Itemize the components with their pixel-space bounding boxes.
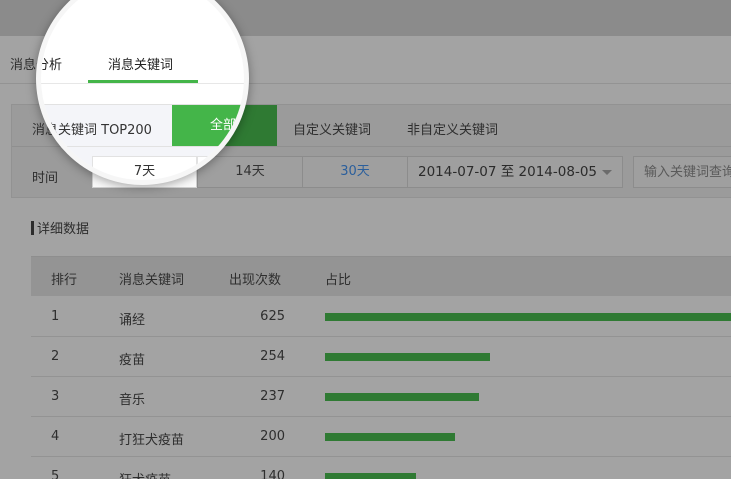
header-keyword: 消息关键词 — [119, 273, 185, 288]
ratio-bar — [325, 393, 479, 401]
header-count: 出现次数 — [229, 273, 282, 288]
section-title-text: 详细数据 — [37, 222, 90, 237]
magnified-filter-panel: 消息关键词 TOP200 全部 时间 7天 14天 — [36, 104, 244, 180]
table-row: 2 疫苗 254 — [31, 337, 731, 377]
header-rank: 排行 — [51, 273, 78, 288]
ratio-bar — [325, 473, 416, 479]
row-count: 140 — [260, 469, 285, 479]
row-count: 200 — [260, 429, 285, 444]
magnified-keyword-type-row: 消息关键词 TOP200 全部 — [36, 105, 244, 147]
row-count: 237 — [260, 389, 285, 404]
caret-down-icon — [602, 170, 612, 175]
section-marker-icon — [31, 221, 34, 235]
tab-message-keywords[interactable]: 消息关键词 — [108, 54, 173, 73]
ratio-bar — [325, 353, 490, 361]
table-header: 排行 消息关键词 出现次数 占比 — [31, 256, 731, 296]
table-row: 3 音乐 237 — [31, 377, 731, 417]
custom-keywords-button[interactable]: 自定义关键词 — [293, 119, 371, 138]
date-range-value: 2014-07-07 至 2014-08-05 — [418, 164, 597, 180]
date-range-picker[interactable]: 2014-07-07 至 2014-08-05 — [407, 156, 623, 188]
magnified-top200-label: 消息关键词 TOP200 — [36, 123, 152, 138]
table-row: 5狂犬疫苗140 — [31, 457, 731, 479]
active-tab-underline — [88, 80, 198, 83]
magnifier-lens: 消息分析 消息关键词 消息关键词 TOP200 全部 时间 7天 14天 — [36, 0, 249, 185]
row-count: 625 — [260, 309, 285, 324]
ratio-bar — [325, 433, 455, 441]
table-row: 1 诵经 625 — [31, 297, 731, 337]
keyword-search-input[interactable] — [633, 156, 731, 188]
table-row: 4 打狂犬疫苗 200 — [31, 417, 731, 457]
noncustom-keywords-button[interactable]: 非自定义关键词 — [407, 119, 498, 138]
header-ratio: 占比 — [325, 273, 352, 288]
range-30-days[interactable]: 30天 — [302, 156, 408, 188]
section-title: 详细数据 — [31, 218, 89, 237]
magnified-time-row: 时间 7天 14天 — [41, 147, 244, 180]
magnified-all-button[interactable]: 全部 — [172, 105, 244, 146]
magnified-tab-message-analysis[interactable]: 消息分析 — [41, 54, 62, 73]
ratio-bar — [325, 313, 731, 321]
magnified-content: 消息分析 消息关键词 消息关键词 TOP200 全部 时间 7天 14天 — [36, 0, 244, 180]
row-count: 254 — [260, 349, 285, 364]
magnified-tab-bar: 消息分析 消息关键词 — [41, 44, 244, 84]
